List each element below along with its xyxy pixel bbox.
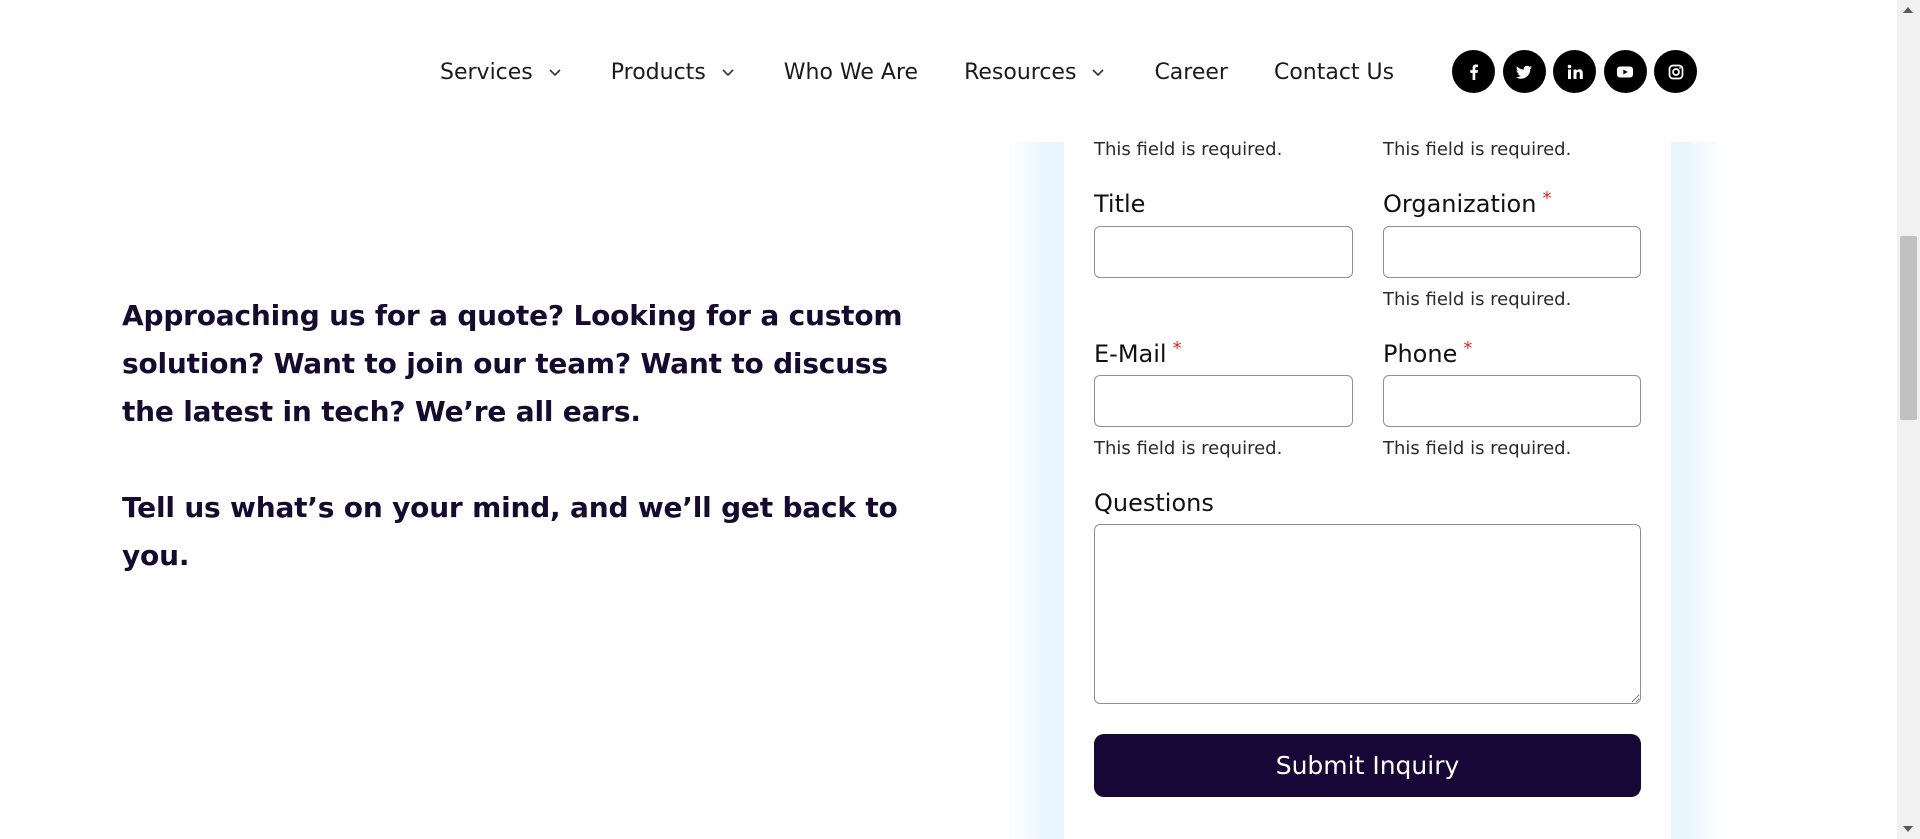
nav-item-contact-us[interactable]: Contact Us	[1274, 60, 1394, 85]
nav-item-label: Career	[1154, 59, 1228, 85]
organization-input[interactable]	[1383, 226, 1641, 278]
phone-label: Phone *	[1383, 338, 1473, 368]
nav-item-label: Products	[610, 59, 706, 85]
chevron-down-icon	[722, 69, 734, 77]
nav-item-services[interactable]: Services	[440, 60, 565, 85]
email-input[interactable]	[1094, 375, 1353, 427]
page-scrollbar[interactable]	[1897, 0, 1920, 839]
scroll-down-arrow-icon[interactable]	[1903, 826, 1913, 832]
scroll-up-arrow-icon[interactable]	[1903, 7, 1913, 13]
instagram-icon	[1668, 64, 1683, 79]
phone-error: This field is required.	[1383, 438, 1572, 459]
chevron-down-icon	[549, 69, 561, 77]
nav-item-career[interactable]: Career	[1154, 60, 1228, 85]
required-marker: *	[1172, 338, 1182, 359]
instagram-link[interactable]	[1654, 50, 1697, 93]
title-label: Title	[1094, 190, 1146, 218]
intro-copy: Approaching us for a quote? Looking for …	[122, 292, 922, 580]
nav-item-label: Who We Are	[783, 59, 919, 85]
phone-input[interactable]	[1383, 375, 1641, 427]
email-error: This field is required.	[1094, 438, 1283, 459]
youtube-icon	[1617, 66, 1633, 77]
last-name-error: This field is required.	[1383, 139, 1572, 160]
linkedin-icon	[1567, 64, 1583, 79]
nav-item-resources[interactable]: Resources	[964, 60, 1108, 85]
questions-label: Questions	[1094, 489, 1214, 517]
twitter-icon	[1516, 65, 1532, 79]
scrollbar-thumb[interactable]	[1900, 236, 1917, 420]
intro-paragraph: Tell us what’s on your mind, and we’ll g…	[122, 491, 898, 572]
email-label: E-Mail *	[1094, 338, 1182, 368]
organization-label: Organization *	[1383, 188, 1552, 218]
nav-item-products[interactable]: Products	[611, 60, 738, 85]
youtube-link[interactable]	[1603, 50, 1647, 93]
submit-inquiry-button[interactable]: Submit Inquiry	[1094, 734, 1641, 797]
required-marker: *	[1542, 188, 1552, 209]
organization-error: This field is required.	[1383, 289, 1572, 310]
required-marker: *	[1463, 338, 1473, 359]
linkedin-link[interactable]	[1553, 50, 1596, 93]
first-name-error: This field is required.	[1094, 139, 1283, 160]
intro-paragraph: Approaching us for a quote? Looking for …	[122, 299, 903, 428]
social-links	[1452, 50, 1697, 93]
questions-textarea[interactable]	[1094, 524, 1641, 704]
facebook-link[interactable]	[1452, 50, 1495, 93]
twitter-link[interactable]	[1502, 50, 1546, 93]
main-nav: Services Products Who We Are Resources C…	[440, 50, 1394, 94]
nav-item-label: Services	[440, 59, 533, 85]
title-input[interactable]	[1094, 226, 1353, 278]
chevron-down-icon	[1092, 69, 1105, 77]
nav-item-label: Resources	[964, 59, 1077, 85]
facebook-icon	[1469, 64, 1478, 80]
nav-item-label: Contact Us	[1273, 59, 1395, 85]
nav-item-who-we-are[interactable]: Who We Are	[784, 60, 918, 85]
contact-page: Services Products Who We Are Resources C…	[0, 0, 1920, 839]
